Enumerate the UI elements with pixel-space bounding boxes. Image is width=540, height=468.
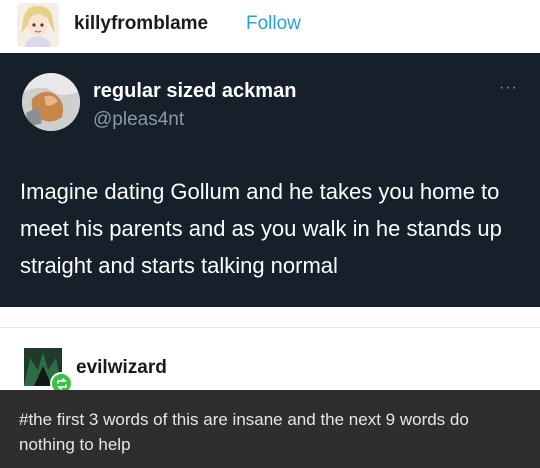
comment-text: #the first 3 words of this are insane an… — [19, 410, 469, 454]
tweet-avatar[interactable] — [22, 73, 80, 131]
reblog-icon — [56, 377, 67, 390]
follow-button[interactable]: Follow — [246, 13, 301, 35]
avatar[interactable] — [17, 3, 59, 47]
reblog-row: evilwizard — [0, 327, 540, 395]
more-options-icon[interactable]: ··· — [499, 80, 518, 96]
tweet-text: Imagine dating Gollum and he takes you h… — [20, 179, 502, 278]
divider — [0, 307, 540, 327]
reblog-avatar[interactable] — [24, 348, 73, 395]
tweet-display-name[interactable]: regular sized ackman — [93, 80, 296, 103]
tweet-handle[interactable]: @pleas4nt — [93, 109, 184, 131]
post-header: killyfromblame Follow — [0, 0, 540, 52]
profile-photo-icon — [22, 73, 80, 131]
tweet-card: regular sized ackman @pleas4nt ··· Imagi… — [0, 53, 540, 307]
header-username[interactable]: killyfromblame — [74, 13, 208, 35]
reblog-comment: #the first 3 words of this are insane an… — [0, 390, 540, 468]
anime-avatar-icon — [17, 3, 59, 47]
reblog-username[interactable]: evilwizard — [76, 357, 167, 379]
